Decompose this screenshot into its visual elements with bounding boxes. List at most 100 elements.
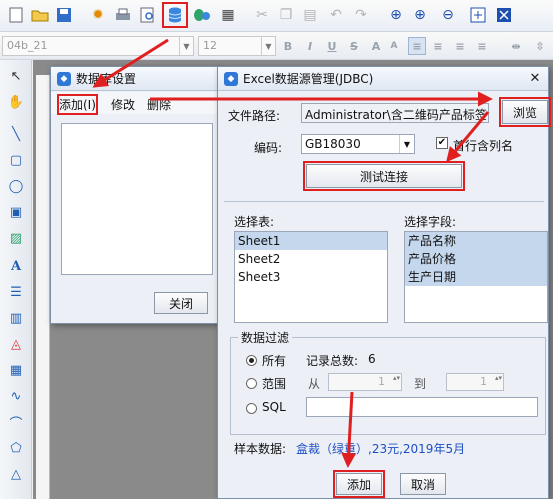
header-checkbox[interactable]: ✔ bbox=[436, 137, 448, 149]
dialog-title-bar: ◆ 数据库设置 bbox=[51, 67, 221, 91]
polygon-icon[interactable]: ⬠ bbox=[6, 438, 26, 458]
underline-button[interactable]: U bbox=[324, 38, 340, 54]
distribute-icon[interactable]: ⇹ bbox=[508, 38, 524, 54]
encoding-select[interactable]: GB18030 ▼ bbox=[301, 134, 415, 154]
zoom-out-icon[interactable]: ⊖ bbox=[438, 5, 458, 25]
header-checkbox-label: 首行含列名 bbox=[453, 139, 514, 153]
list-item[interactable]: Sheet1 bbox=[235, 232, 387, 250]
barcode-icon[interactable]: ▥ bbox=[6, 308, 26, 328]
strike-button[interactable]: S bbox=[346, 38, 362, 54]
menu-edit[interactable]: 修改 bbox=[111, 96, 135, 113]
test-connection-button[interactable]: 测试连接 bbox=[303, 161, 465, 191]
menu-bar: 添加(I) 修改 删除 bbox=[51, 92, 221, 115]
grid-icon[interactable]: ▦ bbox=[218, 5, 238, 25]
font-shrink-button[interactable]: A bbox=[386, 38, 402, 54]
format-toolbar: 04b_21 ▼ 12 ▼ B I U S A A ≡ ≡ ≡ ≡ ⇹ ⇳ bbox=[0, 32, 553, 60]
rich-text-icon[interactable]: ☰ bbox=[6, 282, 26, 302]
pan-icon[interactable]: ✋ bbox=[6, 92, 26, 112]
fit-page-icon[interactable] bbox=[494, 5, 514, 25]
field-list[interactable]: 产品名称 产品价格 生产日期 bbox=[404, 231, 548, 323]
save-icon[interactable] bbox=[54, 5, 74, 25]
list-item[interactable]: 生产日期 bbox=[405, 268, 547, 286]
browse-button[interactable]: 浏览 bbox=[499, 97, 551, 127]
sample-label: 样本数据: bbox=[234, 442, 287, 456]
table-list[interactable]: Sheet1 Sheet2 Sheet3 bbox=[234, 231, 388, 323]
font-name-combo[interactable]: 04b_21 ▼ bbox=[2, 36, 194, 56]
dialog-title-bar: ◆ Excel数据源管理(JDBC) ✕ bbox=[218, 67, 548, 91]
radio-range[interactable] bbox=[246, 378, 257, 389]
record-count-value: 6 bbox=[368, 352, 376, 366]
excel-datasource-dialog: ◆ Excel数据源管理(JDBC) ✕ 文件路径: Administrator… bbox=[217, 66, 551, 499]
rotate-icon[interactable]: ⇳ bbox=[532, 38, 548, 54]
close-button[interactable]: 关闭 bbox=[154, 292, 208, 314]
italic-button[interactable]: I bbox=[302, 38, 318, 54]
font-color-button[interactable]: A bbox=[368, 38, 384, 54]
menu-add[interactable]: 添加(I) bbox=[57, 94, 98, 115]
chevron-down-icon: ▼ bbox=[399, 135, 414, 153]
print-icon[interactable] bbox=[113, 5, 133, 25]
encoding-label: 编码: bbox=[254, 141, 283, 155]
open-icon[interactable] bbox=[30, 5, 50, 25]
paste-icon[interactable]: ▤ bbox=[300, 5, 320, 25]
table-icon[interactable]: ▦ bbox=[6, 360, 26, 380]
divider bbox=[224, 201, 544, 202]
sql-input[interactable] bbox=[306, 397, 538, 417]
print-preview-icon[interactable] bbox=[138, 5, 158, 25]
curve-icon[interactable]: ∿ bbox=[6, 386, 26, 406]
cancel-button[interactable]: 取消 bbox=[400, 473, 446, 495]
radio-all[interactable] bbox=[246, 355, 257, 366]
filter-group-label: 数据过滤 bbox=[238, 329, 293, 346]
align-right-icon[interactable]: ≡ bbox=[452, 38, 468, 54]
datasource-list[interactable] bbox=[61, 123, 213, 275]
file-path-field[interactable]: Administrator\含二维码产品标签.xls bbox=[301, 103, 489, 123]
select-table-label: 选择表: bbox=[234, 215, 275, 229]
copy-icon[interactable]: ❐ bbox=[276, 5, 296, 25]
redo-icon[interactable]: ↷ bbox=[351, 5, 371, 25]
add-button[interactable]: 添加 bbox=[333, 470, 385, 498]
chevron-down-icon: ▼ bbox=[179, 37, 193, 55]
list-item[interactable]: Sheet3 bbox=[235, 268, 387, 286]
image-icon[interactable]: ▨ bbox=[6, 228, 26, 248]
zoom-fit-icon[interactable]: ⊕ bbox=[386, 5, 406, 25]
list-item[interactable]: 产品名称 bbox=[405, 232, 547, 250]
font-size-combo[interactable]: 12 ▼ bbox=[198, 36, 276, 56]
settings-icon[interactable]: ✹ bbox=[88, 5, 108, 25]
pointer-icon[interactable]: ↖ bbox=[6, 66, 26, 86]
shape-icon[interactable]: ◬ bbox=[6, 334, 26, 354]
list-item[interactable]: Sheet2 bbox=[235, 250, 387, 268]
new-icon[interactable] bbox=[6, 5, 26, 25]
select-field-label: 选择字段: bbox=[404, 215, 457, 229]
to-stepper[interactable]: 1 bbox=[446, 373, 504, 391]
close-icon[interactable]: ✕ bbox=[526, 70, 544, 86]
font-name-value: 04b_21 bbox=[7, 39, 48, 52]
data-source-icon[interactable] bbox=[192, 5, 212, 25]
ellipse-icon[interactable]: ◯ bbox=[6, 176, 26, 196]
bold-button[interactable]: B bbox=[280, 38, 296, 54]
text-icon[interactable]: A bbox=[6, 256, 26, 276]
cut-icon[interactable]: ✂ bbox=[252, 5, 272, 25]
record-count-label: 记录总数: bbox=[306, 354, 359, 368]
database-settings-dialog: ◆ 数据库设置 添加(I) 修改 删除 关闭 bbox=[50, 66, 222, 324]
rectangle-icon[interactable]: ▢ bbox=[6, 150, 26, 170]
line-icon[interactable]: ╲ bbox=[6, 124, 26, 144]
align-justify-icon[interactable]: ≡ bbox=[474, 38, 490, 54]
file-path-label: 文件路径: bbox=[228, 109, 281, 123]
database-icon[interactable] bbox=[162, 2, 188, 28]
menu-delete[interactable]: 删除 bbox=[147, 96, 171, 113]
radio-all-label: 所有 bbox=[262, 354, 287, 368]
triangle-icon[interactable]: △ bbox=[6, 464, 26, 484]
align-center-icon[interactable]: ≡ bbox=[430, 38, 446, 54]
undo-icon[interactable]: ↶ bbox=[326, 5, 346, 25]
zoom-in-icon[interactable]: ⊕ bbox=[410, 5, 430, 25]
dialog-title: Excel数据源管理(JDBC) bbox=[243, 72, 374, 86]
portrait-icon[interactable]: ▣ bbox=[6, 202, 26, 222]
align-left-icon[interactable]: ≡ bbox=[408, 37, 426, 55]
from-stepper[interactable]: 1 bbox=[328, 373, 402, 391]
arc-icon[interactable]: ⌒ bbox=[6, 412, 26, 432]
radio-sql[interactable] bbox=[246, 403, 257, 414]
list-item[interactable]: 产品价格 bbox=[405, 250, 547, 268]
encoding-value: GB18030 bbox=[305, 137, 361, 151]
from-label: 从 bbox=[308, 377, 321, 391]
app-icon: ◆ bbox=[224, 71, 238, 86]
actual-size-icon[interactable] bbox=[468, 5, 488, 25]
